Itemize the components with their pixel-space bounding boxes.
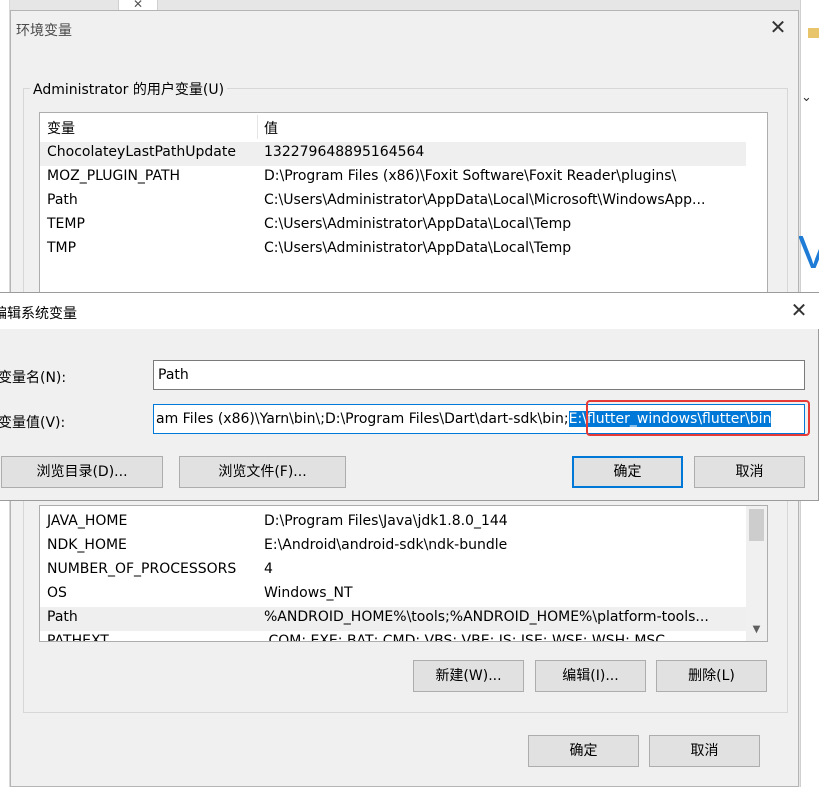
list-row[interactable]: TEMP C:\Users\Administrator\AppData\Loca… bbox=[40, 214, 746, 238]
close-icon[interactable]: ✕ bbox=[766, 16, 790, 40]
list-row[interactable]: NUMBER_OF_PROCESSORS 4 bbox=[40, 559, 746, 583]
env-dialog-title: 环境变量 bbox=[16, 23, 72, 39]
env-cancel-button[interactable]: 取消 bbox=[649, 735, 760, 767]
delete-variable-button[interactable]: 删除(L) bbox=[656, 660, 767, 692]
edit-variable-button[interactable]: 编辑(I)... bbox=[535, 660, 646, 692]
variable-value: D:\Program Files\Java\jdk1.8.0_144 bbox=[264, 513, 508, 529]
variable-value: 4 bbox=[264, 561, 273, 577]
edit-ok-button[interactable]: 确定 bbox=[572, 456, 683, 488]
user-variables-list[interactable]: 变量 值 ChocolateyLastPathUpdate 1322796488… bbox=[39, 112, 768, 302]
variable-name: ChocolateyLastPathUpdate bbox=[47, 144, 236, 160]
env-ok-button[interactable]: 确定 bbox=[528, 735, 639, 767]
column-separator[interactable] bbox=[257, 115, 258, 139]
variable-name: NDK_HOME bbox=[47, 537, 127, 553]
variable-value: C:\Users\Administrator\AppData\Local\Tem… bbox=[264, 240, 572, 256]
system-variables-list[interactable]: JAVA_HOME D:\Program Files\Java\jdk1.8.0… bbox=[39, 505, 768, 642]
browse-directory-button[interactable]: 浏览目录(D)... bbox=[1, 456, 163, 488]
edit-system-variable-dialog: 编辑系统变量 ✕ 变量名(N): Path 变量值(V): am Files (… bbox=[0, 292, 819, 501]
variable-name: Path bbox=[47, 192, 78, 208]
variable-value: Windows_NT bbox=[264, 585, 353, 601]
background-chevron-down-icon: ⌄ bbox=[801, 90, 812, 105]
variable-value: E:\Android\android-sdk\ndk-bundle bbox=[264, 537, 508, 553]
variable-value: %ANDROID_HOME%\tools;%ANDROID_HOME%\plat… bbox=[264, 609, 709, 625]
list-row[interactable]: Path %ANDROID_HOME%\tools;%ANDROID_HOME%… bbox=[40, 607, 746, 631]
variable-name: PATHEXT bbox=[47, 633, 109, 642]
variable-name: TEMP bbox=[47, 216, 85, 232]
list-row[interactable]: NDK_HOME E:\Android\android-sdk\ndk-bund… bbox=[40, 535, 746, 559]
background-letter: V bbox=[798, 226, 819, 278]
variable-value: .COM;.EXE;.BAT;.CMD;.VBS;.VBE;.JS;.JSE;.… bbox=[264, 633, 666, 642]
variable-name: JAVA_HOME bbox=[47, 513, 128, 529]
variable-name-input[interactable]: Path bbox=[153, 360, 805, 390]
variable-name: Path bbox=[47, 609, 78, 625]
list-row[interactable]: Path C:\Users\Administrator\AppData\Loca… bbox=[40, 190, 746, 214]
variable-name: NUMBER_OF_PROCESSORS bbox=[47, 561, 237, 577]
vertical-scrollbar[interactable]: ▼ bbox=[746, 506, 767, 641]
value-text: am Files (x86)\Yarn\bin\;D:\Program File… bbox=[156, 411, 569, 427]
list-row[interactable]: OS Windows_NT bbox=[40, 583, 746, 607]
column-header-name[interactable]: 变量 bbox=[47, 118, 75, 138]
variable-name: MOZ_PLUGIN_PATH bbox=[47, 168, 181, 184]
variable-name: TMP bbox=[47, 240, 77, 256]
variable-value: C:\Users\Administrator\AppData\Local\Mic… bbox=[264, 192, 706, 208]
scrollbar-thumb[interactable] bbox=[749, 509, 764, 541]
user-variables-group-label: Administrator 的用户变量(U) bbox=[30, 79, 228, 99]
close-icon[interactable]: ✕ bbox=[787, 299, 811, 323]
list-row[interactable]: MOZ_PLUGIN_PATH D:\Program Files (x86)\F… bbox=[40, 166, 746, 190]
edit-cancel-button[interactable]: 取消 bbox=[694, 456, 805, 488]
variable-name: OS bbox=[47, 585, 67, 601]
list-header: 变量 值 bbox=[40, 113, 746, 141]
list-row[interactable]: PATHEXT .COM;.EXE;.BAT;.CMD;.VBS;.VBE;.J… bbox=[40, 631, 746, 642]
variable-value: 132279648895164564 bbox=[264, 144, 425, 160]
list-row[interactable]: TMP C:\Users\Administrator\AppData\Local… bbox=[40, 238, 746, 262]
variable-value: C:\Users\Administrator\AppData\Local\Tem… bbox=[264, 216, 572, 232]
edit-dialog-title: 编辑系统变量 bbox=[0, 306, 77, 322]
scroll-down-icon[interactable]: ▼ bbox=[746, 621, 767, 639]
new-variable-button[interactable]: 新建(W)... bbox=[413, 660, 524, 692]
list-row[interactable]: JAVA_HOME D:\Program Files\Java\jdk1.8.0… bbox=[40, 511, 746, 535]
list-row[interactable]: ChocolateyLastPathUpdate 132279648895164… bbox=[40, 142, 746, 166]
annotation-highlight-box bbox=[586, 400, 810, 436]
variable-name-label: 变量名(N): bbox=[0, 370, 67, 386]
edit-dialog-titlebar: 编辑系统变量 ✕ bbox=[0, 293, 819, 329]
background-folder-icon bbox=[808, 28, 819, 38]
variable-value: D:\Program Files (x86)\Foxit Software\Fo… bbox=[264, 168, 677, 184]
variable-value-label: 变量值(V): bbox=[0, 415, 66, 431]
browse-file-button[interactable]: 浏览文件(F)... bbox=[179, 456, 346, 488]
column-header-value[interactable]: 值 bbox=[264, 118, 278, 138]
